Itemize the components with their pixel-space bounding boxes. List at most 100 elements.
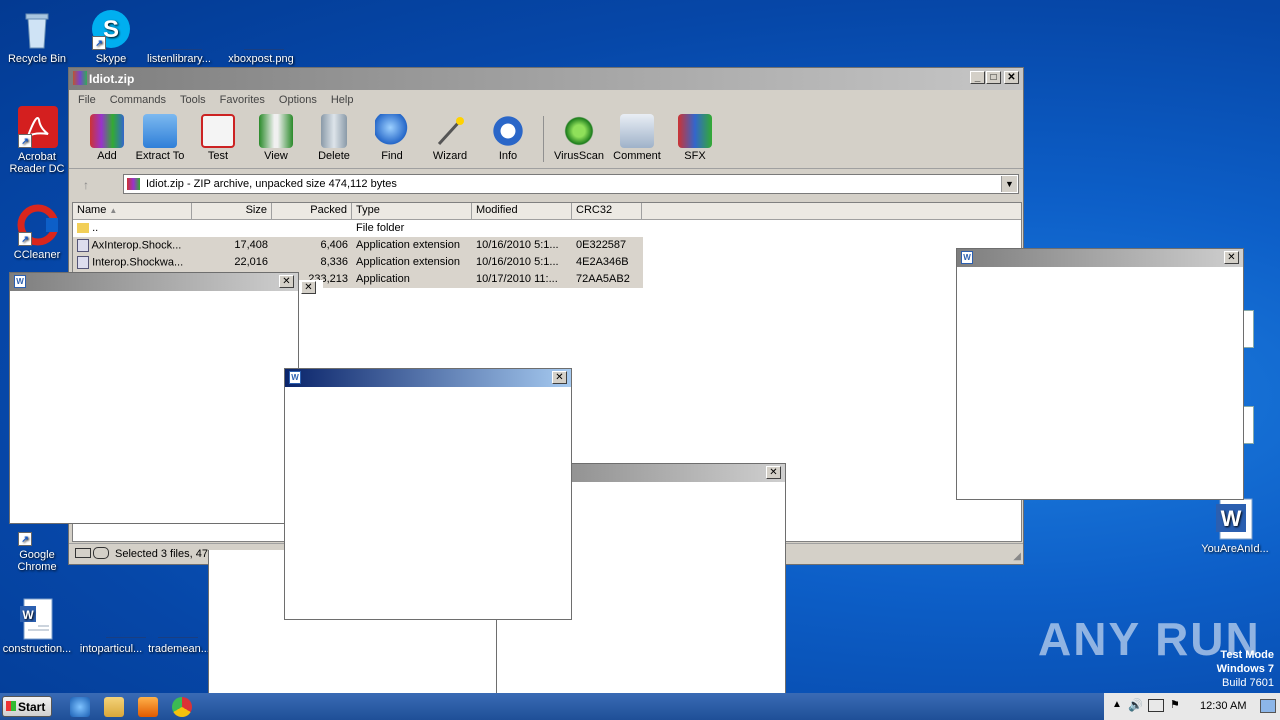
desktop-icon-label: YouAreAnId... [1201,543,1269,555]
menu-favorites[interactable]: Favorites [213,90,272,110]
desktop-icon-label: Skype [95,53,127,65]
skype-icon: S ↗ [90,8,132,50]
media-player-icon[interactable] [138,697,158,717]
desktop-icon-xboxpost[interactable]: xboxpost.png [224,8,298,65]
col-packed[interactable]: Packed [272,203,352,219]
action-center-flag-icon[interactable]: ⚑ [1170,698,1180,711]
desktop-icon-label: intoparticul... [79,643,143,655]
chevron-down-icon[interactable]: ▼ [1001,176,1017,192]
magnifier-icon [375,114,409,148]
comment-icon [620,114,654,148]
close-button[interactable]: ✕ [766,466,781,479]
test-button[interactable]: Test [189,110,247,168]
desktop-icon-trademean[interactable]: trademean... [142,598,216,655]
drive-icon [75,548,91,558]
maximize-button[interactable]: □ [986,71,1001,84]
close-button[interactable]: ✕ [279,275,294,288]
close-button[interactable]: ✕ [1224,251,1239,264]
menu-help[interactable]: Help [324,90,361,110]
view-button[interactable]: View [247,110,305,168]
col-crc32[interactable]: CRC32 [572,203,642,219]
desktop-icon-construction[interactable]: W construction... [0,598,74,655]
popup-window-edge[interactable]: ✕ [299,280,323,300]
virusscan-button[interactable]: VirusScan [550,110,608,168]
start-button[interactable]: Start [2,696,52,717]
file-icon [158,8,202,50]
popup-titlebar[interactable]: W ✕ [957,249,1243,267]
table-row[interactable]: .. File folder [73,220,1021,237]
ie-icon[interactable] [70,697,90,717]
desktop-icon-label: listenlibrary... [147,53,211,65]
desktop-icon-label: Acrobat Reader DC [9,151,65,175]
close-button[interactable]: ✕ [552,371,567,384]
close-button[interactable]: ✕ [1004,71,1019,84]
network-icon[interactable] [1148,699,1164,712]
address-text: Idiot.zip - ZIP archive, unpacked size 4… [146,178,397,190]
clock[interactable]: 12:30 AM [1200,700,1246,712]
minimize-button[interactable]: _ [970,71,985,84]
menu-file[interactable]: File [71,90,103,110]
test-mode-notice: Test Mode Windows 7 Build 7601 [1216,649,1274,689]
system-tray: ▲ 🔊 ⚑ 12:30 AM [1104,693,1280,720]
info-icon [491,114,525,148]
info-button[interactable]: Info [479,110,537,168]
sfx-button[interactable]: SFX [666,110,724,168]
sort-arrow-icon: ▲ [109,206,118,215]
extract-to-button[interactable]: Extract To [131,110,189,168]
desktop-icon-ccleaner[interactable]: ↗ CCleaner [0,204,74,261]
delete-button[interactable]: Delete [305,110,363,168]
desktop-icon-recycle-bin[interactable]: Recycle Bin [0,8,74,65]
desktop-icon-label: Recycle Bin [7,53,67,65]
menu-commands[interactable]: Commands [103,90,173,110]
popup-window[interactable]: W ✕ [9,272,299,524]
col-modified[interactable]: Modified [472,203,572,219]
show-desktop-button[interactable] [1260,699,1276,713]
close-button[interactable]: ✕ [301,281,316,294]
volume-icon[interactable]: 🔊 [1128,698,1143,712]
desktop-icon-youareanidiot[interactable]: W YouAreAnId... [1198,498,1272,555]
desktop-icon-acrobat[interactable]: ↗ Acrobat Reader DC [0,106,74,175]
chrome-icon[interactable] [172,697,192,717]
desktop-icon-label: trademean... [148,643,210,655]
desktop-icon-intoparticul[interactable]: intoparticul... [74,598,148,655]
col-name[interactable]: Name ▲ [73,203,192,219]
wizard-button[interactable]: Wizard [421,110,479,168]
word-icon: W [289,371,301,384]
toolbar-separator [543,116,544,162]
table-row[interactable]: Interop.Shockwa... 22,016 8,336 Applicat… [73,254,643,271]
up-arrow-icon[interactable]: ↑ [83,178,89,192]
popup-window[interactable]: W ✕ [284,368,572,620]
explorer-icon[interactable] [104,697,124,717]
col-size[interactable]: Size [192,203,272,219]
desktop-icon-skype[interactable]: S ↗ Skype [74,8,148,65]
popup-titlebar[interactable]: W ✕ [10,273,298,291]
wand-icon [433,114,467,148]
popup-window[interactable]: W ✕ [956,248,1244,500]
window-title: Idiot.zip [89,72,135,86]
add-button[interactable]: Add [83,110,131,168]
comment-button[interactable]: Comment [608,110,666,168]
folder-icon [77,223,89,234]
status-text: Selected 3 files, 47 [115,548,208,560]
winrar-titlebar[interactable]: Idiot.zip _ □ ✕ [69,68,1023,90]
test-clipboard-icon [201,114,235,148]
sfx-icon [678,114,712,148]
find-button[interactable]: Find [363,110,421,168]
winrar-icon [73,71,87,85]
ccleaner-icon: ↗ [16,204,59,246]
menu-tools[interactable]: Tools [173,90,213,110]
desktop-icon-listenlibrary[interactable]: listenlibrary... [142,8,216,65]
folder-icon [143,114,177,148]
image-file-icon [240,8,284,50]
word-icon: W [961,251,973,264]
file-icon [158,598,200,640]
col-type[interactable]: Type [352,203,472,219]
book-icon [259,114,293,148]
resize-grip[interactable]: ◢ [1013,551,1021,562]
popup-titlebar[interactable]: W ✕ [285,369,571,387]
add-icon [90,114,124,148]
show-hidden-icons-icon[interactable]: ▲ [1112,699,1122,710]
address-bar[interactable]: Idiot.zip - ZIP archive, unpacked size 4… [123,174,1019,194]
menu-options[interactable]: Options [272,90,324,110]
table-row[interactable]: AxInterop.Shock... 17,408 6,406 Applicat… [73,237,643,254]
